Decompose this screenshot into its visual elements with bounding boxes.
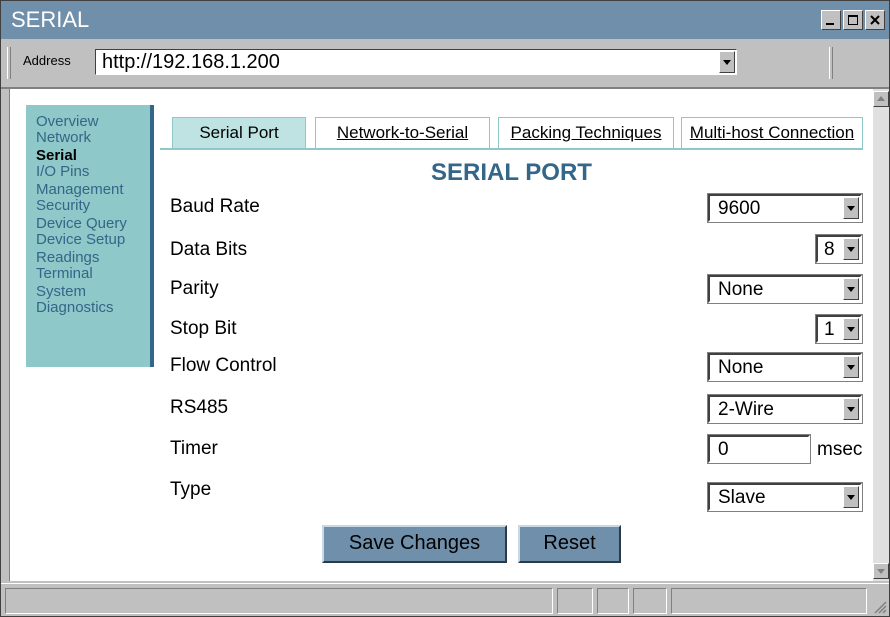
save-changes-button[interactable]: Save Changes: [322, 525, 507, 563]
type-label: Type: [170, 479, 212, 500]
vertical-scrollbar[interactable]: [873, 89, 889, 581]
address-url: http://192.168.1.200: [102, 51, 280, 73]
sidebar-item-readings[interactable]: Readings: [36, 250, 99, 265]
stop-bit-select[interactable]: 1: [815, 314, 863, 344]
status-bar: [1, 583, 889, 616]
chevron-down-icon: [843, 356, 859, 378]
sidebar-item-management[interactable]: Management: [36, 182, 124, 197]
sidebar-item-network[interactable]: Network: [36, 130, 91, 145]
reset-button[interactable]: Reset: [518, 525, 621, 563]
timer-unit: msec: [817, 439, 863, 460]
tab-divider: [160, 148, 863, 150]
maximize-icon: [848, 15, 858, 25]
sidebar-item-security[interactable]: Security: [36, 198, 90, 213]
chevron-down-icon: [723, 60, 731, 65]
resize-grip-icon[interactable]: [871, 598, 887, 614]
timer-label: Timer: [170, 438, 218, 459]
maximize-button[interactable]: [843, 10, 863, 30]
address-label: Address: [23, 53, 71, 68]
minimize-icon: [826, 23, 834, 25]
sidebar-item-device-query[interactable]: Device Query: [36, 216, 127, 231]
timer-value: 0: [718, 439, 729, 460]
tab-multi-host-connection[interactable]: Multi-host Connection: [681, 117, 863, 149]
minimize-button[interactable]: [821, 10, 841, 30]
stop-bit-label: Stop Bit: [170, 318, 237, 339]
flow-control-label: Flow Control: [170, 355, 277, 376]
toolbar-grip-right[interactable]: [829, 47, 833, 79]
sidebar-item-diagnostics[interactable]: Diagnostics: [36, 300, 114, 315]
window-controls: [821, 10, 885, 30]
browser-window: SERIAL Address http://192.168.1.200 Over…: [0, 0, 890, 617]
flow-control-select[interactable]: None: [707, 352, 863, 382]
chevron-down-icon: [843, 197, 859, 219]
status-panel-main: [5, 588, 553, 614]
data-bits-value: 8: [824, 239, 835, 260]
address-dropdown-button[interactable]: [719, 51, 735, 73]
status-panel: [633, 588, 667, 614]
sidebar-item-io-pins[interactable]: I/O Pins: [36, 164, 89, 179]
parity-select[interactable]: None: [707, 274, 863, 304]
sidebar-nav: Overview Network Serial I/O Pins Managem…: [26, 105, 154, 367]
data-bits-label: Data Bits: [170, 239, 248, 260]
rs485-select[interactable]: 2-Wire: [707, 394, 863, 424]
sidebar-item-serial[interactable]: Serial: [36, 148, 77, 163]
tab-serial-port[interactable]: Serial Port: [172, 117, 306, 149]
baud-rate-value: 9600: [718, 198, 761, 219]
scroll-down-button[interactable]: [873, 563, 889, 579]
sidebar-item-system[interactable]: System: [36, 284, 86, 299]
chevron-down-icon: [843, 278, 859, 300]
chevron-down-icon: [843, 318, 859, 340]
tab-network-to-serial[interactable]: Network-to-Serial: [315, 117, 490, 149]
sidebar-item-device-setup[interactable]: Device Setup: [36, 232, 125, 247]
address-input[interactable]: http://192.168.1.200: [95, 49, 737, 75]
page-title: SERIAL PORT: [431, 159, 592, 186]
close-button[interactable]: [865, 10, 885, 30]
chevron-down-icon: [843, 238, 859, 260]
address-toolbar: Address http://192.168.1.200: [1, 39, 889, 89]
baud-rate-select[interactable]: 9600: [707, 193, 863, 223]
data-bits-select[interactable]: 8: [815, 234, 863, 264]
type-value: Slave: [718, 487, 766, 508]
baud-rate-label: Baud Rate: [170, 196, 260, 217]
timer-input[interactable]: 0: [707, 434, 811, 464]
title-bar: SERIAL: [1, 1, 889, 39]
chevron-up-icon: [877, 96, 885, 101]
parity-value: None: [718, 279, 764, 300]
toolbar-grip[interactable]: [7, 47, 11, 79]
stop-bit-value: 1: [824, 319, 835, 340]
page-content: Overview Network Serial I/O Pins Managem…: [9, 89, 873, 581]
sidebar-item-overview[interactable]: Overview: [36, 114, 99, 129]
window-title: SERIAL: [11, 7, 90, 32]
close-icon: [870, 15, 880, 25]
rs485-label: RS485: [170, 397, 229, 418]
rs485-value: 2-Wire: [718, 399, 774, 420]
scroll-up-button[interactable]: [873, 91, 889, 107]
sidebar-item-terminal[interactable]: Terminal: [36, 266, 93, 281]
parity-label: Parity: [170, 278, 219, 299]
chevron-down-icon: [843, 486, 859, 508]
chevron-down-icon: [877, 569, 885, 574]
type-select[interactable]: Slave: [707, 482, 863, 512]
status-panel: [597, 588, 629, 614]
status-panel: [671, 588, 867, 614]
status-panel: [557, 588, 593, 614]
tab-packing-techniques[interactable]: Packing Techniques: [498, 117, 674, 149]
flow-control-value: None: [718, 357, 764, 378]
chevron-down-icon: [843, 398, 859, 420]
